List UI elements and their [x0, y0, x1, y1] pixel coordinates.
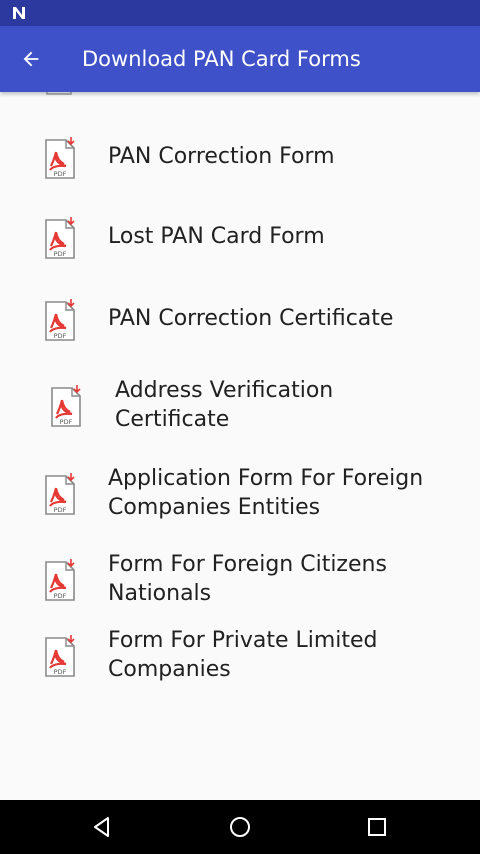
- list-item-pan-correction-certificate[interactable]: PDF PAN Correction Certificate: [0, 294, 480, 348]
- square-recents-icon: [368, 818, 386, 836]
- pdf-file-icon: PDF: [45, 559, 75, 601]
- list-item-lost-pan-card-form[interactable]: PDF Lost PAN Card Form: [0, 212, 480, 266]
- form-label: Form For Private Limited Companies: [108, 628, 378, 682]
- svg-text:PDF: PDF: [60, 418, 73, 426]
- form-label: Application Form For Foreign Companies E…: [108, 466, 424, 520]
- form-label: PAN Correction Certificate: [108, 306, 394, 331]
- list-item-address-verification-certificate[interactable]: PDF Address Verification Certificate: [0, 374, 480, 438]
- pdf-file-icon: PDF: [45, 473, 75, 515]
- list-item-private-limited-companies-form[interactable]: PDF Form For Private Limited Companies: [0, 626, 480, 690]
- nav-home-button[interactable]: [222, 809, 258, 845]
- pdf-file-icon: [46, 92, 72, 95]
- back-button[interactable]: [14, 42, 48, 76]
- form-label: Lost PAN Card Form: [108, 224, 325, 249]
- svg-text:PDF: PDF: [54, 250, 67, 258]
- svg-text:PDF: PDF: [54, 506, 67, 514]
- form-label: Address Verification Certificate: [115, 378, 334, 432]
- pdf-file-icon: PDF: [45, 299, 75, 341]
- system-nav-bar: [0, 800, 480, 854]
- svg-text:PDF: PDF: [54, 668, 67, 676]
- pdf-file-icon: PDF: [51, 385, 81, 427]
- svg-text:PDF: PDF: [54, 332, 67, 340]
- status-bar: [0, 0, 480, 26]
- form-label: Form For Foreign Citizens Nationals: [108, 552, 387, 606]
- app-bar: Download PAN Card Forms: [0, 26, 480, 92]
- arrow-left-icon: [23, 51, 39, 67]
- pdf-file-icon: PDF: [45, 137, 75, 179]
- list-item-foreign-companies-form[interactable]: PDF Application Form For Foreign Compani…: [0, 462, 480, 526]
- triangle-back-icon: [94, 817, 109, 837]
- svg-text:PDF: PDF: [54, 170, 67, 178]
- page-title: Download PAN Card Forms: [82, 47, 361, 71]
- list-item-foreign-citizens-form[interactable]: PDF Form For Foreign Citizens Nationals: [0, 550, 480, 614]
- circle-home-icon: [230, 817, 250, 837]
- list-item-pan-correction-form[interactable]: PDF PAN Correction Form: [0, 132, 480, 186]
- svg-text:PDF: PDF: [54, 592, 67, 600]
- forms-list[interactable]: PDF PAN Correction Form PDF Lost PAN Car…: [0, 92, 480, 800]
- pdf-file-icon: PDF: [45, 635, 75, 677]
- nav-back-button[interactable]: [84, 809, 120, 845]
- nav-recents-button[interactable]: [359, 809, 395, 845]
- pdf-file-icon: PDF: [45, 217, 75, 259]
- notification-n-icon: [13, 7, 25, 19]
- form-label: PAN Correction Form: [108, 144, 335, 169]
